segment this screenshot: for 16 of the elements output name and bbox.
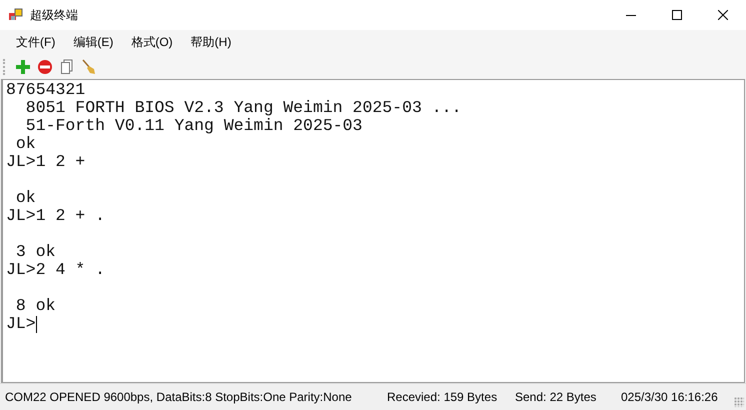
app-icon <box>9 8 23 22</box>
window-title: 超级终端 <box>30 6 78 24</box>
resize-grip[interactable] <box>734 397 744 407</box>
terminal-area[interactable]: 87654321 8051 FORTH BIOS V2.3 Yang Weimin 2025-03 ... 51-Forth V0.11 Yang Weimin 2025-03 ok JL>1 2 + ok JL>1 2 + . 3 ok JL>2 4 * . 8 ok JL> <box>1 79 745 383</box>
menu-item[interactable]: 文件(F) <box>8 34 64 51</box>
maximize-icon[interactable] <box>672 10 682 20</box>
status-text: Recevied: 159 Bytes <box>387 390 498 404</box>
close-icon[interactable] <box>718 10 728 20</box>
menu-item[interactable]: 帮助(H) <box>182 34 240 51</box>
status-text: COM22 OPENED 9600bps, DataBits:8 StopBits:One Parity:None <box>5 390 353 404</box>
menu-item[interactable]: 编辑(E) <box>65 34 122 51</box>
status-text: Send: 22 Bytes <box>515 390 598 404</box>
menu-item[interactable]: 格式(O) <box>123 34 181 51</box>
status-text: 025/3/30 16:16:26 <box>621 390 718 404</box>
toolbar-grip <box>3 59 7 75</box>
terminal-output: 87654321 8051 FORTH BIOS V2.3 Yang Weimin 2025-03 ... 51-Forth V0.11 Yang Weimin 2025-03 ok JL>1 2 + ok JL>1 2 + . 3 ok JL>2 4 * . 8 ok JL> <box>5 80 462 333</box>
